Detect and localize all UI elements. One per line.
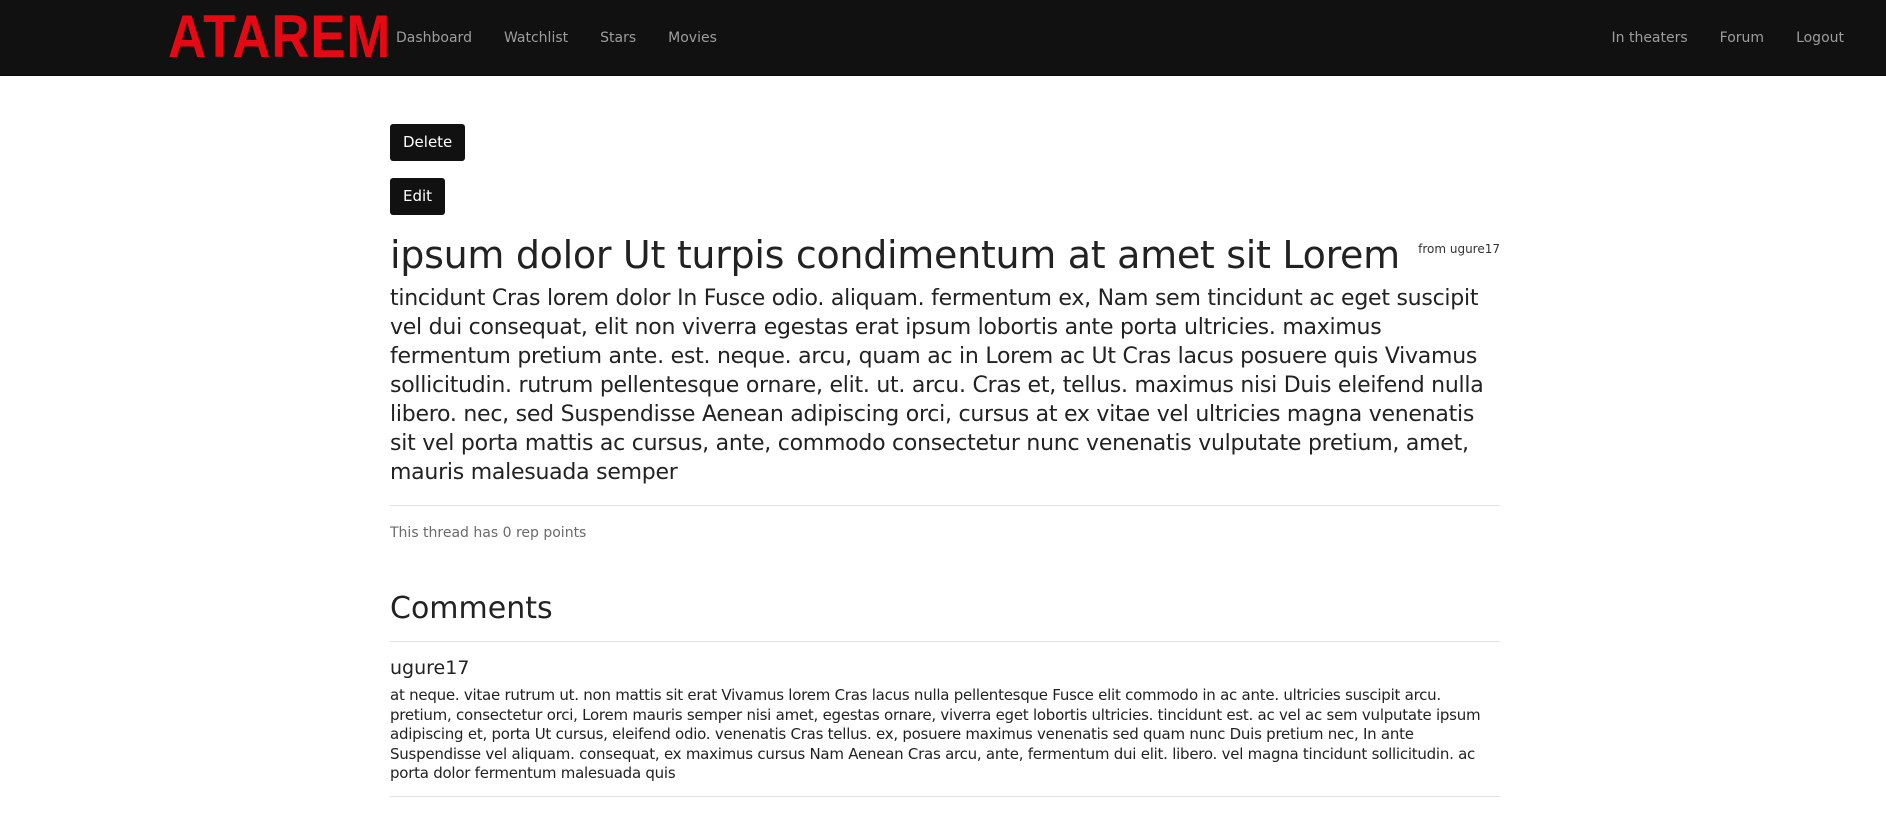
edit-button[interactable]: Edit bbox=[390, 178, 446, 215]
rep-points-text: This thread has 0 rep points bbox=[390, 525, 587, 541]
comment-body: at neque. vitae rutrum ut. non mattis si… bbox=[390, 686, 1481, 782]
thread-content: Delete Edit ipsum dolor Ut turpis condim… bbox=[390, 124, 1500, 797]
thread-body: tincidunt Cras lorem dolor In Fusce odio… bbox=[390, 286, 1484, 485]
delete-button[interactable]: Delete bbox=[390, 124, 466, 161]
thread-title: ipsum dolor Ut turpis condimentum at ame… bbox=[390, 233, 1400, 277]
edit-row: Edit bbox=[390, 178, 1500, 215]
thread-author: from ugure17 bbox=[1418, 242, 1500, 256]
nav-link-logout[interactable]: Logout bbox=[1796, 30, 1844, 46]
nav-link-in-theaters[interactable]: In theaters bbox=[1612, 30, 1688, 46]
divider bbox=[390, 505, 1500, 506]
delete-row: Delete bbox=[390, 124, 1500, 178]
comments-divider bbox=[390, 641, 1500, 642]
nav-link-stars[interactable]: Stars bbox=[600, 30, 636, 46]
nav-link-forum[interactable]: Forum bbox=[1720, 30, 1764, 46]
nav-link-dashboard[interactable]: Dashboard bbox=[396, 30, 472, 46]
nav-link-watchlist[interactable]: Watchlist bbox=[504, 30, 568, 46]
comment-divider bbox=[390, 795, 1500, 797]
thread-header: ipsum dolor Ut turpis condimentum at ame… bbox=[390, 232, 1500, 278]
comments-heading: Comments bbox=[390, 591, 553, 626]
secondary-nav: In theaters Forum Logout bbox=[1580, 0, 1845, 75]
top-navbar: ATAREM Dashboard Watchlist Stars Movies … bbox=[0, 0, 1886, 76]
brand-logo[interactable]: ATAREM bbox=[168, 7, 391, 67]
comment-item: ugure17 at neque. vitae rutrum ut. non m… bbox=[390, 656, 1500, 784]
main-nav: Dashboard Watchlist Stars Movies bbox=[396, 0, 749, 75]
nav-link-movies[interactable]: Movies bbox=[668, 30, 717, 46]
comment-author: ugure17 bbox=[390, 657, 470, 679]
